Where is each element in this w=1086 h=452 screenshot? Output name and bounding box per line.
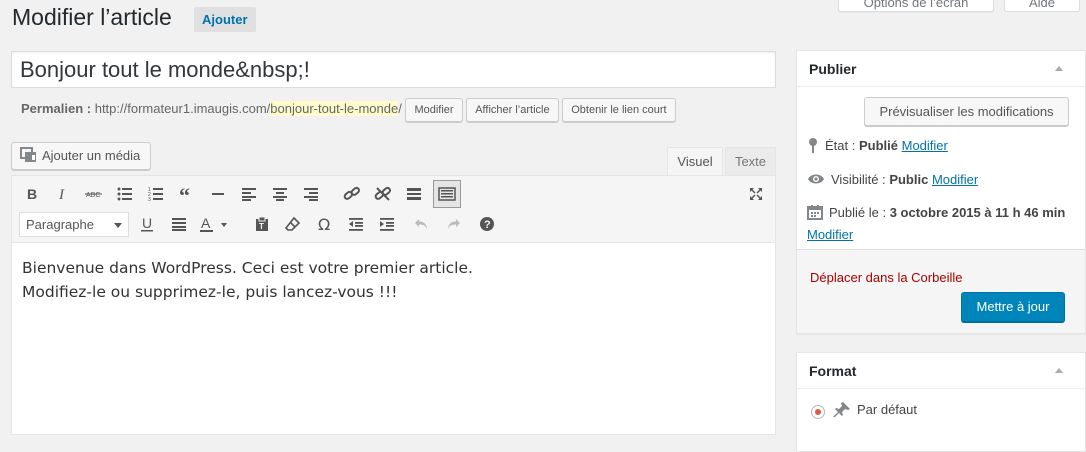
bold-icon[interactable]: B — [18, 180, 46, 208]
fullscreen-icon[interactable] — [742, 180, 770, 208]
svg-text:I: I — [58, 187, 65, 201]
special-char-icon[interactable]: Ω — [311, 210, 339, 238]
collapse-arrow-icon[interactable] — [1055, 368, 1063, 373]
visibility-value: Public — [889, 172, 929, 187]
format-select[interactable]: Paragraphe — [19, 212, 129, 237]
post-date-edit: Modifier — [807, 227, 853, 242]
update-button[interactable]: Mettre à jour — [961, 292, 1065, 322]
svg-text:T: T — [259, 222, 264, 231]
edit-status-link[interactable]: Modifier — [902, 138, 948, 153]
justify-icon[interactable] — [165, 210, 193, 238]
indent-icon[interactable] — [373, 210, 401, 238]
read-more-icon[interactable] — [400, 180, 428, 208]
status-label: État : — [825, 138, 856, 153]
visibility-label: Visibilité : — [831, 172, 886, 187]
post-date: Publié le : 3 octobre 2015 à 11 h 46 min — [807, 205, 1066, 221]
calendar-icon — [807, 205, 823, 221]
permalink-base: http://formateur1.imaugis.com/ — [94, 101, 271, 116]
editor-toolbar: B I ABC 123 “ Paragraphe U A T Ω ? — [12, 176, 775, 243]
blockquote-icon[interactable]: “ — [173, 180, 201, 208]
add-media-label: Ajouter un média — [42, 148, 141, 163]
published-label: Publié le : — [829, 205, 887, 220]
screen-options-tab[interactable]: Options de l’écran — [838, 0, 994, 12]
edit-date-link[interactable]: Modifier — [807, 227, 853, 242]
text-color-icon[interactable]: A — [196, 210, 236, 238]
format-box: Format Par défaut — [796, 352, 1086, 452]
page-title: Modifier l’article — [12, 4, 172, 30]
format-default-label: Par défaut — [857, 402, 917, 417]
horizontal-rule-icon[interactable] — [204, 180, 232, 208]
underline-icon[interactable]: U — [133, 210, 161, 238]
add-media-button[interactable]: Ajouter un média — [11, 142, 152, 170]
post-status: État : Publié Modifier — [807, 138, 948, 154]
svg-text:“: “ — [179, 187, 190, 201]
permalink-edit-button[interactable]: Modifier — [405, 98, 463, 122]
link-icon[interactable] — [338, 180, 366, 208]
format-box-title: Format — [809, 363, 857, 379]
get-shortlink-button[interactable]: Obtenir le lien court — [562, 98, 676, 122]
collapse-arrow-icon[interactable] — [1055, 66, 1063, 71]
svg-text:U: U — [142, 216, 152, 231]
permalink-slug[interactable]: bonjour-tout-le-monde — [270, 101, 399, 116]
publish-box-title: Publier — [809, 61, 857, 77]
help-tab[interactable]: Aide — [1004, 0, 1080, 12]
publish-box: Publier Prévisualiser les modifications … — [796, 50, 1086, 334]
format-select-value: Paragraphe — [26, 217, 94, 232]
align-center-icon[interactable] — [266, 180, 294, 208]
post-title-input[interactable]: Bonjour tout le monde&nbsp;! — [11, 51, 776, 88]
align-left-icon[interactable] — [235, 180, 263, 208]
permalink-bar: Permalien : http://formateur1.imaugis.co… — [21, 98, 676, 122]
svg-text:A: A — [201, 216, 211, 231]
editor: B I ABC 123 “ Paragraphe U A T Ω ? Bienv… — [11, 175, 776, 435]
numbered-list-icon[interactable]: 123 — [142, 180, 170, 208]
move-to-trash-link[interactable]: Déplacer dans la Corbeille — [810, 270, 962, 285]
help-icon[interactable]: ? — [473, 210, 501, 238]
unlink-icon[interactable] — [369, 180, 397, 208]
view-post-button[interactable]: Afficher l’article — [466, 98, 559, 122]
post-visibility: Visibilité : Public Modifier — [807, 172, 978, 187]
outdent-icon[interactable] — [342, 210, 370, 238]
bullet-list-icon[interactable] — [111, 180, 139, 208]
svg-text:ABC: ABC — [86, 192, 100, 199]
eye-icon — [808, 174, 824, 184]
chevron-down-icon — [114, 223, 122, 228]
svg-text:?: ? — [484, 219, 491, 231]
permalink-end: / — [398, 101, 402, 116]
tab-text[interactable]: Texte — [725, 147, 776, 176]
status-value: Publié — [858, 138, 898, 153]
align-right-icon[interactable] — [297, 180, 325, 208]
publish-actions: Déplacer dans la Corbeille Mettre à jour — [797, 249, 1085, 333]
svg-text:Ω: Ω — [318, 216, 330, 232]
clear-formatting-icon[interactable] — [279, 210, 307, 238]
content-paragraph-1: Bienvenue dans WordPress. Ceci est votre… — [22, 259, 473, 277]
permalink-label: Permalien : — [21, 101, 92, 116]
preview-changes-button[interactable]: Prévisualiser les modifications — [864, 97, 1069, 126]
redo-icon[interactable] — [439, 210, 467, 238]
tab-visual[interactable]: Visuel — [667, 147, 723, 176]
content-paragraph-2: Modifiez-le ou supprimez-le, puis lancez… — [22, 283, 398, 301]
pin-icon — [809, 138, 817, 154]
add-new-button[interactable]: Ajouter — [194, 7, 256, 32]
format-box-header[interactable]: Format — [797, 353, 1085, 389]
published-value: 3 octobre 2015 à 11 h 46 min — [889, 205, 1066, 220]
format-default-radio[interactable] — [811, 405, 825, 419]
pushpin-icon — [833, 402, 850, 419]
edit-visibility-link[interactable]: Modifier — [932, 172, 978, 187]
paste-text-icon[interactable]: T — [248, 210, 276, 238]
publish-box-header[interactable]: Publier — [797, 51, 1085, 87]
media-icon — [20, 147, 36, 163]
svg-text:3: 3 — [148, 197, 151, 201]
svg-text:B: B — [27, 187, 37, 201]
format-default-option[interactable]: Par défaut — [833, 402, 917, 419]
italic-icon[interactable]: I — [49, 180, 77, 208]
strikethrough-icon[interactable]: ABC — [80, 180, 108, 208]
undo-icon[interactable] — [408, 210, 436, 238]
editor-content[interactable]: Bienvenue dans WordPress. Ceci est votre… — [22, 256, 473, 304]
toolbar-toggle-icon[interactable] — [433, 180, 461, 208]
